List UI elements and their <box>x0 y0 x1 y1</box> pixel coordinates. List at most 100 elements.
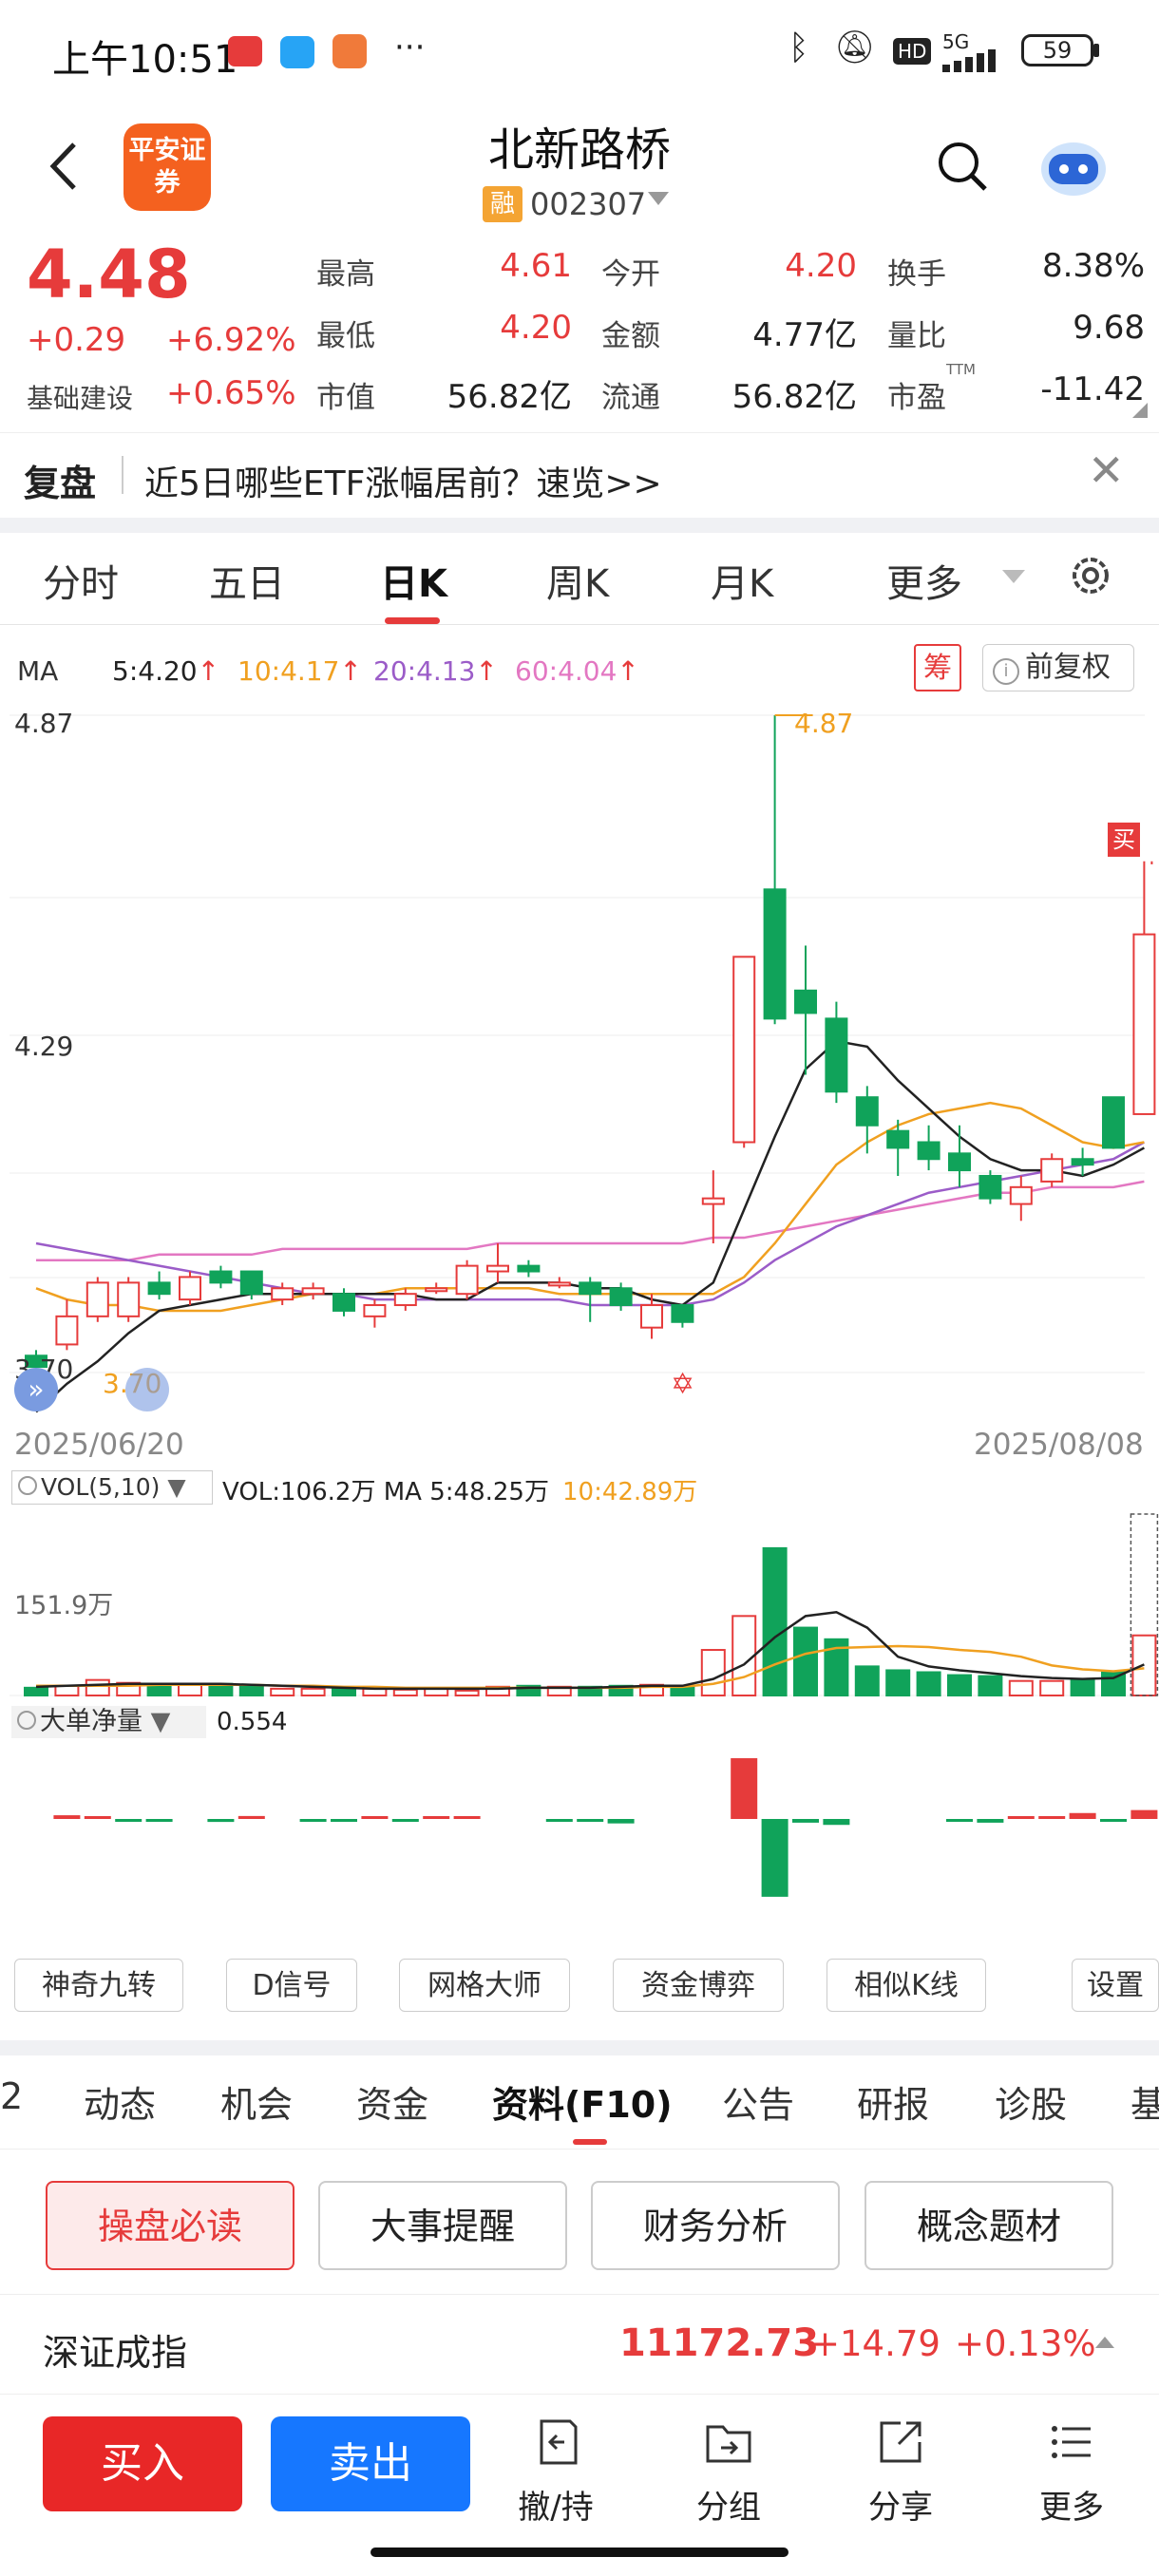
tab-period-1[interactable]: 五日 <box>209 553 285 608</box>
current-price: 4.48 <box>27 236 191 313</box>
broker-logo: 平安证券 <box>124 123 211 211</box>
f10-tab-1[interactable]: 动态 <box>84 2075 156 2128</box>
robot-icon <box>1041 142 1106 196</box>
banner-close-icon[interactable]: ✕ <box>1088 445 1125 496</box>
folder-icon <box>706 2425 751 2463</box>
volume-chart[interactable] <box>0 1510 1159 1700</box>
netflow-bar <box>53 1815 81 1819</box>
candle-body <box>1102 1096 1125 1149</box>
f10-tab-3[interactable]: 资金 <box>356 2075 428 2128</box>
code-dropdown-icon[interactable] <box>648 192 669 205</box>
sell-button[interactable]: 卖出 <box>271 2416 470 2511</box>
ma-label: MA <box>17 655 59 687</box>
status-bar: 上午10:51 ··· ᛒ 🔕︎ HD 5G 59 <box>0 0 1159 104</box>
ma10-text: 10:4.17 <box>238 655 340 687</box>
bluetooth-icon: ᛒ <box>788 28 809 67</box>
bottom-item-share[interactable]: 分享 <box>834 2413 967 2527</box>
more-dropdown-icon[interactable] <box>1002 570 1025 583</box>
info-button-0[interactable]: 操盘必读 <box>46 2181 294 2270</box>
review-banner[interactable]: 复盘 近5日哪些ETF涨幅居前？速览>> ✕ <box>0 432 1159 519</box>
adjust-mode-button[interactable]: i 前复权 <box>982 644 1134 691</box>
candle-body <box>425 1287 448 1293</box>
search-button[interactable] <box>936 140 989 193</box>
back-button[interactable] <box>38 133 95 199</box>
indicator-button-5[interactable]: 设置 <box>1072 1959 1159 2012</box>
y-axis-mid: 4.29 <box>14 1031 74 1062</box>
app-notification-icon <box>280 36 314 68</box>
f10-tab-7[interactable]: 诊股 <box>995 2075 1067 2128</box>
ttm-label: TTM <box>946 361 977 378</box>
buy-button[interactable]: 买入 <box>43 2416 242 2511</box>
netflow-value: 0.554 <box>217 1708 288 1736</box>
bottom-item-group[interactable]: 分组 <box>662 2413 795 2527</box>
tab-divider <box>0 2394 1159 2395</box>
chip-distribution-button[interactable]: 筹 <box>914 644 961 691</box>
tab-period-3[interactable]: 周K <box>546 553 609 608</box>
candle-body <box>1040 1158 1064 1183</box>
high-marker-label: 4.87 <box>794 708 854 739</box>
indicator-button-4[interactable]: 相似K线 <box>826 1959 986 2012</box>
info-icon: i <box>993 658 1019 685</box>
ma5-value: 5:4.20↑ <box>112 655 219 687</box>
tab-period-4[interactable]: 月K <box>711 553 773 608</box>
bottom-item-cancel[interactable]: 撤/持 <box>489 2413 622 2527</box>
margin-badge: 融 <box>483 186 522 222</box>
star-event-icon[interactable]: ✡ <box>671 1368 694 1401</box>
f10-tab-4[interactable]: 资料(F10) <box>492 2075 673 2128</box>
netflow-legend-box[interactable]: 大单净量 ▼ <box>11 1706 206 1738</box>
sector-change-pct: +0.65% <box>166 374 296 412</box>
indicator-button-0[interactable]: 神奇九转 <box>14 1959 183 2012</box>
info-button-2[interactable]: 财务分析 <box>591 2181 840 2270</box>
f10-tab-0[interactable]: 2 <box>0 2075 23 2117</box>
f10-tab-2[interactable]: 机会 <box>220 2075 293 2128</box>
volume-bar <box>300 1687 326 1697</box>
netflow-legend: 大单净量 <box>40 1707 142 1736</box>
chart-settings-button[interactable] <box>1066 551 1115 600</box>
circle-icon <box>17 1711 36 1730</box>
app-notification-icon <box>228 36 262 66</box>
netflow-bar <box>238 1815 265 1819</box>
netflow-chart[interactable] <box>0 1738 1159 1938</box>
volume-bar <box>916 1671 941 1697</box>
robot-assistant-button[interactable] <box>1037 133 1110 199</box>
candle-body <box>363 1304 387 1317</box>
expand-right-icon[interactable] <box>125 1368 169 1411</box>
list-icon <box>1052 2426 1091 2458</box>
corner-expand-icon[interactable] <box>1132 403 1148 418</box>
info-button-3[interactable]: 概念题材 <box>864 2181 1113 2270</box>
volume-bar <box>854 1665 880 1697</box>
netflow-bar <box>731 1758 758 1819</box>
tab-period-5[interactable]: 更多 <box>886 553 962 608</box>
tab-period-2[interactable]: 日K <box>380 553 447 608</box>
banner-text: 近5日哪些ETF涨幅居前？速览>> <box>144 464 662 503</box>
volume-bar <box>270 1687 295 1697</box>
info-button-1[interactable]: 大事提醒 <box>318 2181 567 2270</box>
netflow-bar <box>207 1819 235 1823</box>
volume-bar <box>238 1685 264 1697</box>
search-icon <box>939 142 987 191</box>
hd-icon: HD <box>893 38 932 65</box>
netflow-bar <box>577 1819 604 1822</box>
candle-body <box>732 956 756 1144</box>
home-indicator <box>370 2548 788 2557</box>
indicator-button-2[interactable]: 网格大师 <box>399 1959 570 2012</box>
indicator-button-3[interactable]: 资金博弈 <box>613 1959 784 2012</box>
volume-stats-ma10: 10:42.89万 <box>562 1478 698 1506</box>
indicator-button-1[interactable]: D信号 <box>226 1959 357 2012</box>
ma10-value: 10:4.17↑ <box>238 655 362 687</box>
tab-period-0[interactable]: 分时 <box>43 553 119 608</box>
volume-legend-box[interactable]: VOL(5,10) ▼ <box>11 1470 213 1505</box>
volume-legend: VOL(5,10) <box>41 1473 161 1501</box>
f10-tab-8[interactable]: 基 <box>1130 2075 1159 2128</box>
sector-name[interactable]: 基础建设 <box>27 378 133 416</box>
expand-left-icon[interactable]: » <box>14 1368 58 1411</box>
bottom-item-more[interactable]: 更多 <box>1005 2413 1138 2527</box>
f10-tab-5[interactable]: 公告 <box>722 2075 794 2128</box>
netflow-bar <box>823 1819 850 1826</box>
f10-tab-6[interactable]: 研报 <box>857 2075 929 2128</box>
more-dots-icon: ··· <box>394 28 426 66</box>
candlestick-chart[interactable] <box>0 698 1159 1430</box>
index-bar[interactable]: 深证成指 11172.73 +14.79 +0.13% <box>0 2299 1159 2394</box>
stock-code[interactable]: 002307 <box>530 186 646 222</box>
signal-icon <box>942 49 996 72</box>
